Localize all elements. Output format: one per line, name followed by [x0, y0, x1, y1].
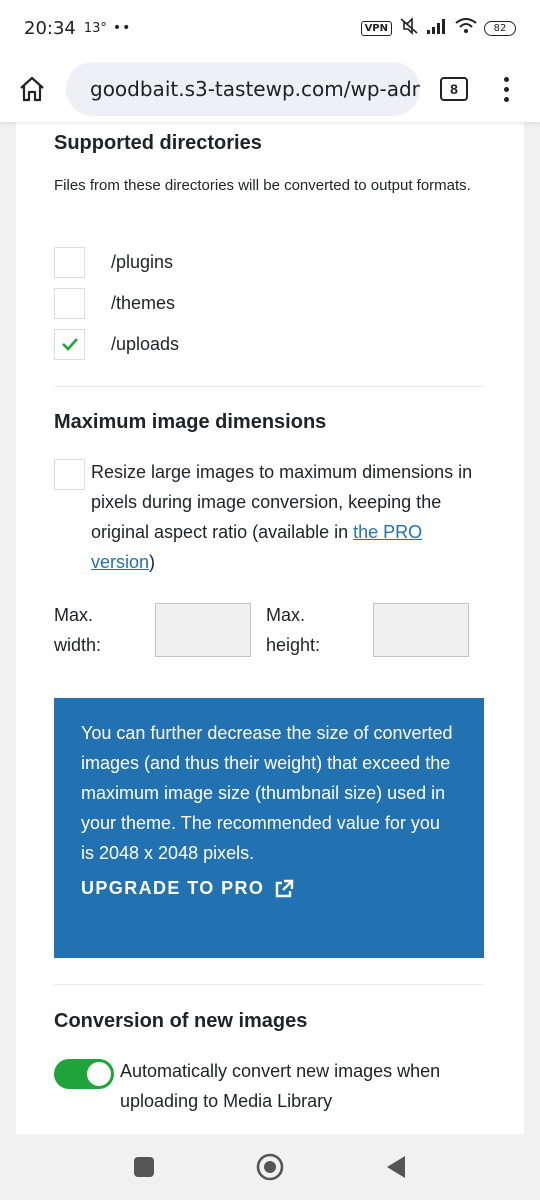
toggle-knob	[87, 1062, 111, 1086]
section-divider	[54, 386, 484, 387]
back-button[interactable]	[381, 1152, 411, 1182]
directory-label: /themes	[111, 292, 176, 313]
square-icon	[134, 1157, 154, 1177]
home-button[interactable]	[10, 67, 54, 111]
signal-icon	[426, 18, 448, 38]
section-divider	[54, 984, 484, 985]
status-time: 20:34	[24, 17, 76, 39]
directory-label: /uploads	[111, 333, 180, 354]
max-height-input[interactable]	[373, 603, 469, 657]
uploads-checkbox[interactable]	[54, 328, 85, 360]
max-dimensions-heading: Maximum image dimensions	[54, 411, 327, 433]
vpn-badge: VPN	[360, 20, 392, 36]
settings-panel: Supported directories Files from these d…	[16, 122, 524, 1134]
battery-indicator: 82	[484, 20, 516, 36]
address-bar[interactable]: goodbait.s3-tastewp.com/wp-admin	[66, 62, 420, 116]
upgrade-to-pro-link[interactable]: UPGRADE TO PRO	[81, 878, 457, 899]
status-notification-dots: ••	[112, 20, 132, 36]
system-nav-bar	[0, 1134, 540, 1200]
mute-icon	[399, 17, 419, 39]
home-icon	[20, 76, 44, 102]
status-bar: 20:34 13° •• VPN 82	[0, 0, 540, 56]
back-triangle-icon	[387, 1156, 405, 1178]
max-width-input[interactable]	[155, 603, 251, 657]
tab-switcher-button[interactable]: 8	[440, 77, 468, 101]
url-text[interactable]: goodbait.s3-tastewp.com/wp-admin	[90, 77, 420, 101]
wifi-icon	[455, 18, 477, 38]
directory-option-uploads[interactable]: /uploads	[54, 328, 179, 360]
recent-apps-button[interactable]	[129, 1152, 159, 1182]
promo-text: You can further decrease the size of con…	[81, 723, 453, 863]
max-height-label: Max. height:	[266, 605, 321, 655]
checkmark-icon	[61, 338, 78, 351]
upgrade-link-label[interactable]: UPGRADE TO PRO	[81, 878, 264, 899]
browser-menu-button[interactable]	[496, 69, 516, 109]
supported-directories-description: Files from these directories will be con…	[54, 177, 471, 194]
auto-convert-toggle[interactable]	[54, 1059, 114, 1089]
auto-convert-label: Automatically convert new images when up…	[120, 1061, 441, 1111]
supported-directories-heading: Supported directories	[54, 132, 262, 154]
browser-toolbar: goodbait.s3-tastewp.com/wp-admin 8	[0, 56, 540, 122]
status-temperature: 13°	[83, 20, 107, 36]
circle-icon	[256, 1153, 284, 1181]
resize-checkbox[interactable]	[54, 459, 85, 490]
themes-checkbox[interactable]	[54, 287, 85, 319]
directory-option-plugins[interactable]: /plugins	[54, 246, 173, 278]
directory-option-themes[interactable]: /themes	[54, 287, 175, 319]
resize-description: Resize large images to maximum dimension…	[91, 462, 473, 572]
external-link-icon	[276, 879, 294, 897]
upgrade-promo-box: You can further decrease the size of con…	[54, 698, 484, 958]
new-images-heading: Conversion of new images	[54, 1010, 308, 1032]
home-nav-button[interactable]	[255, 1152, 285, 1182]
status-icons: VPN 82	[360, 17, 516, 39]
directory-label: /plugins	[111, 251, 174, 272]
plugins-checkbox[interactable]	[54, 246, 85, 278]
max-width-label: Max. width:	[54, 605, 102, 655]
